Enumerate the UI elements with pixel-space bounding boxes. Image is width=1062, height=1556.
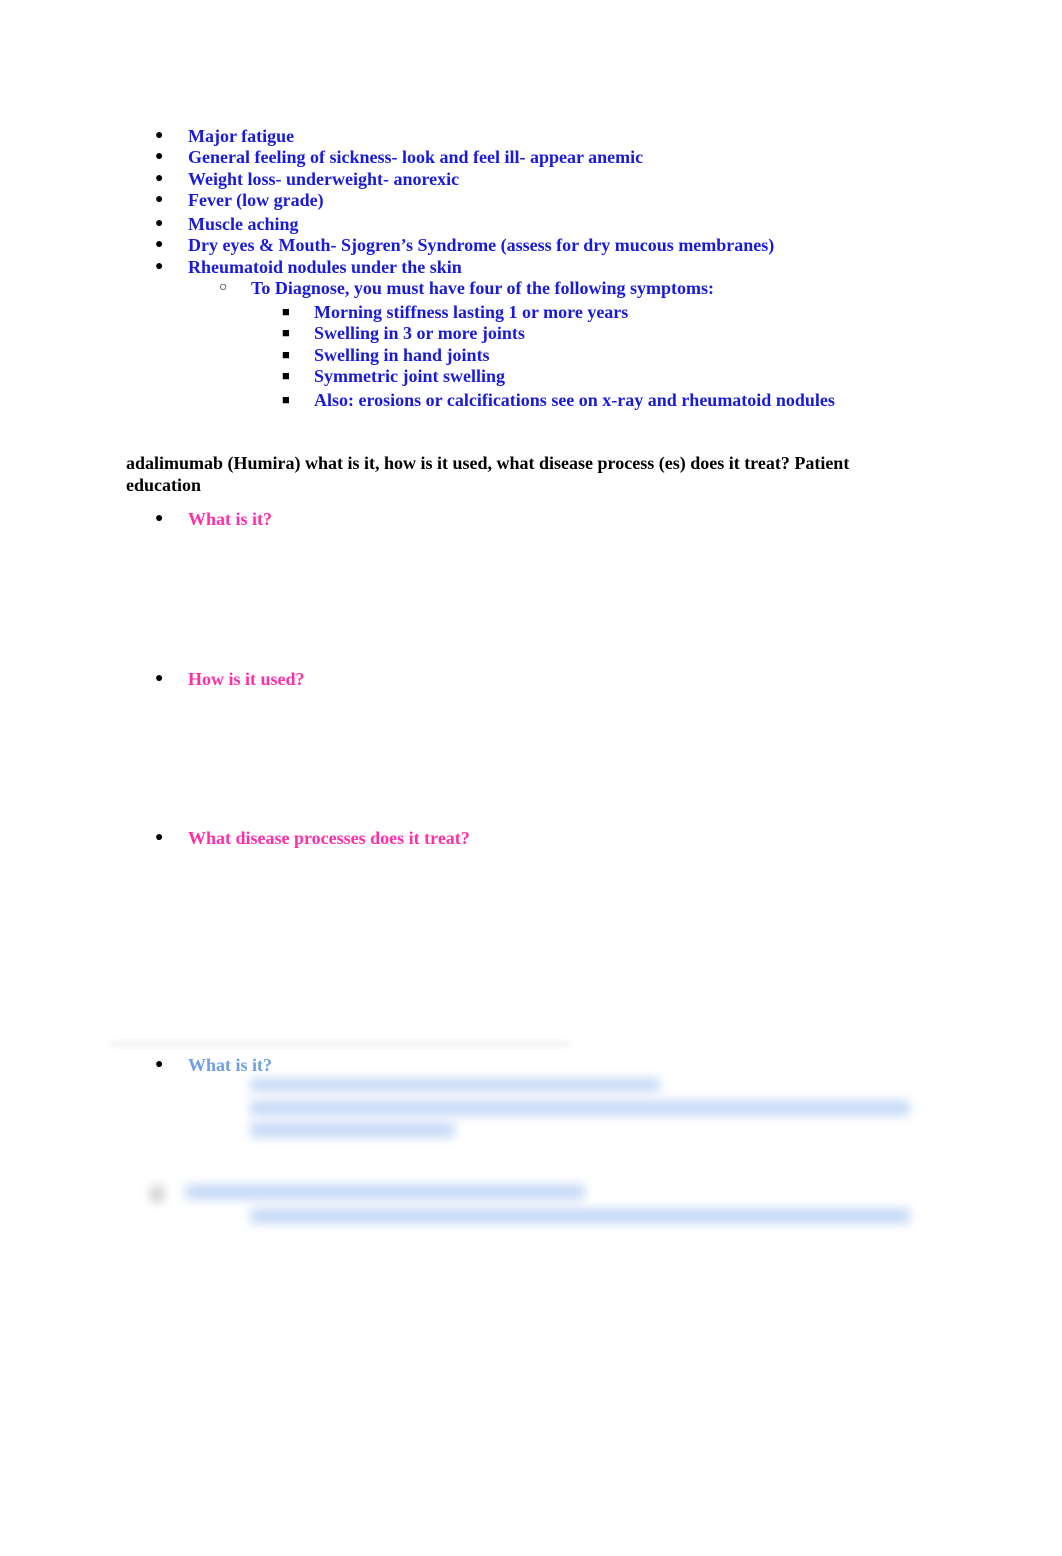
symptom-item: Major fatigue: [188, 126, 295, 146]
blurred-text-line: [250, 1078, 660, 1092]
bullet-icon: [155, 830, 163, 846]
square-bullet-icon: [282, 347, 290, 364]
bullet-icon: [155, 237, 163, 253]
bullet-icon: [155, 171, 163, 187]
criterion-item: Swelling in 3 or more joints: [314, 323, 525, 343]
blurred-bullet: [150, 1186, 164, 1202]
bullet-icon: [155, 192, 163, 208]
prompt-disease-processes: What disease processes does it treat?: [188, 828, 470, 848]
blurred-text-line: [250, 1100, 910, 1116]
preview-prompt: What is it?: [188, 1055, 273, 1075]
question-heading: adalimumab (Humira) what is it, how is i…: [126, 453, 850, 495]
symptom-item: Rheumatoid nodules under the skin: [188, 257, 462, 277]
diagnose-label: To Diagnose, you must have four of the f…: [251, 278, 715, 298]
symptom-item: Dry eyes & Mouth- Sjogren’s Syndrome (as…: [188, 235, 775, 255]
square-bullet-icon: [282, 325, 290, 342]
symptom-item: Fever (low grade): [188, 190, 324, 210]
document-page: Major fatigue General feeling of sicknes…: [0, 0, 1062, 1556]
blurred-text-line: [250, 1208, 910, 1224]
square-bullet-icon: [282, 368, 290, 385]
criterion-item: Swelling in hand joints: [314, 345, 490, 365]
page-break-shadow: [110, 1040, 570, 1048]
blurred-text-line: [185, 1184, 585, 1200]
symptom-item: Muscle aching: [188, 214, 299, 234]
prompt-how-used: How is it used?: [188, 669, 305, 689]
square-bullet-icon: [282, 392, 290, 409]
bullet-icon: [155, 671, 163, 687]
bullet-icon: [155, 511, 163, 527]
criterion-item: Morning stiffness lasting 1 or more year…: [314, 302, 629, 322]
bullet-icon: [155, 149, 163, 165]
symptom-item: Weight loss- underweight- anorexic: [188, 169, 460, 189]
square-bullet-icon: [282, 304, 290, 321]
criterion-item: Symmetric joint swelling: [314, 366, 505, 386]
prompt-what-is-it: What is it?: [188, 509, 273, 529]
bullet-icon: [155, 216, 163, 232]
bullet-icon: [155, 259, 163, 275]
symptom-item: General feeling of sickness- look and fe…: [188, 147, 644, 167]
bullet-icon: [155, 1057, 163, 1073]
bullet-icon: [155, 128, 163, 144]
circle-bullet-icon: [219, 280, 227, 296]
criterion-item: Also: erosions or calcifications see on …: [314, 390, 835, 410]
blurred-text-line: [250, 1122, 455, 1138]
